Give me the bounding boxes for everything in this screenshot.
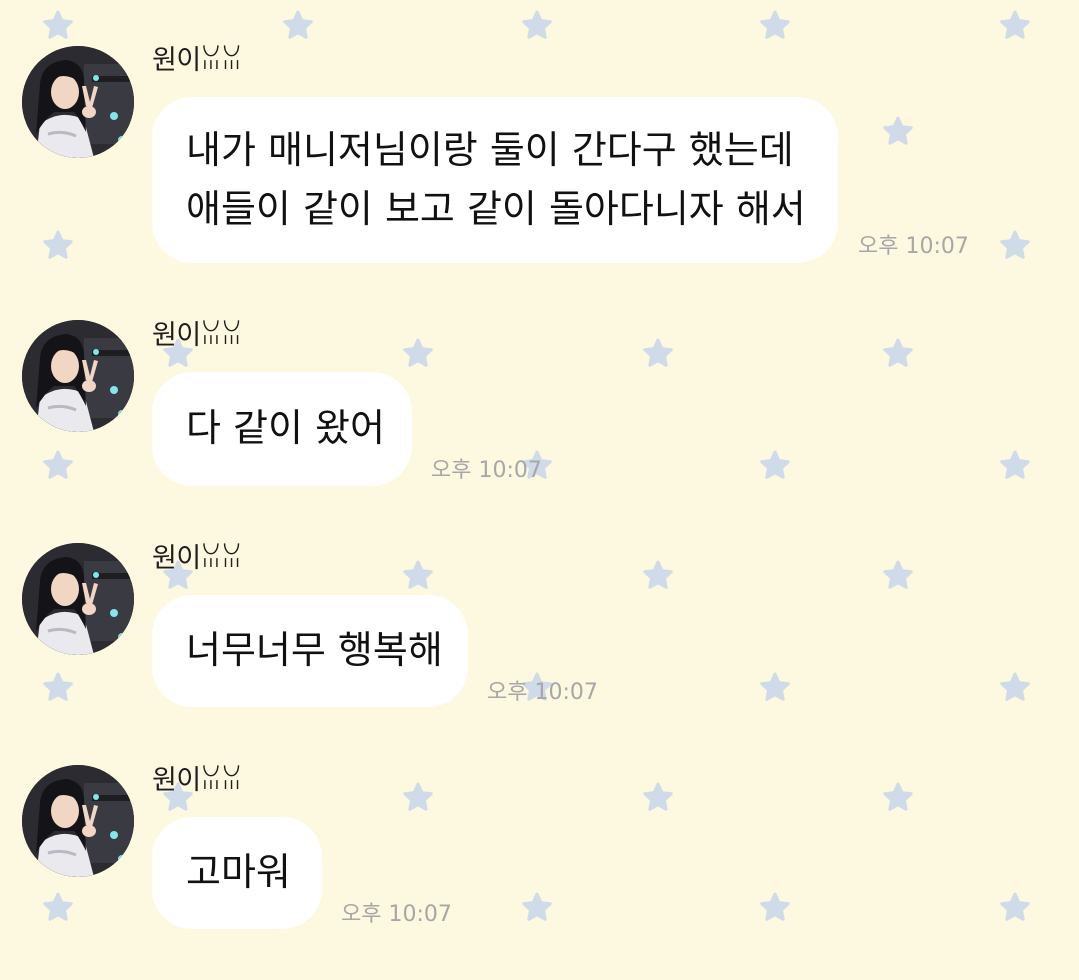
message-text-line: 내가 매니저님이랑 둘이 간다구 했는데 bbox=[186, 128, 794, 172]
message-bubble[interactable]: 너무너무 행복해 bbox=[152, 595, 468, 707]
sender-avatar[interactable] bbox=[22, 543, 134, 655]
star-icon bbox=[43, 892, 73, 921]
message-text-line: 애들이 같이 보고 같이 돌아다니자 해서 bbox=[186, 187, 806, 231]
star-icon bbox=[1000, 672, 1030, 701]
message-bubble[interactable]: 고마워 bbox=[152, 817, 322, 929]
message-bubble[interactable]: 다 같이 왔어 bbox=[152, 372, 412, 486]
sender-name: 원이ꈍꈍ bbox=[152, 543, 242, 574]
star-icon bbox=[760, 10, 790, 39]
star-icon bbox=[522, 892, 552, 921]
star-icon bbox=[283, 10, 313, 39]
star-icon bbox=[883, 782, 913, 811]
star-icon bbox=[643, 782, 673, 811]
sender-name: 원이ꈍꈍ bbox=[152, 45, 242, 76]
star-icon bbox=[403, 338, 433, 367]
sender-avatar[interactable] bbox=[22, 46, 134, 158]
star-icon bbox=[883, 116, 913, 145]
sender-name: 원이ꈍꈍ bbox=[152, 320, 242, 351]
message-timestamp: 오후 10:07 bbox=[858, 234, 969, 259]
message-timestamp: 오후 10:07 bbox=[487, 680, 598, 705]
star-icon bbox=[43, 672, 73, 701]
star-icon bbox=[1000, 10, 1030, 39]
star-icon bbox=[403, 782, 433, 811]
star-icon bbox=[522, 10, 552, 39]
star-icon bbox=[43, 230, 73, 259]
star-icon bbox=[883, 338, 913, 367]
message-bubble[interactable]: 내가 매니저님이랑 둘이 간다구 했는데 애들이 같이 보고 같이 돌아다니자 … bbox=[152, 97, 838, 263]
message-timestamp: 오후 10:07 bbox=[341, 902, 452, 927]
star-icon bbox=[1000, 230, 1030, 259]
star-icon bbox=[43, 10, 73, 39]
star-icon bbox=[883, 560, 913, 589]
star-icon bbox=[1000, 892, 1030, 921]
sender-name: 원이ꈍꈍ bbox=[152, 765, 242, 796]
star-icon bbox=[760, 672, 790, 701]
message-text-line: 다 같이 왔어 bbox=[186, 406, 385, 450]
sender-avatar[interactable] bbox=[22, 320, 134, 432]
message-text-line: 고마워 bbox=[186, 850, 291, 894]
star-icon bbox=[43, 450, 73, 479]
star-icon bbox=[760, 450, 790, 479]
star-icon bbox=[1000, 450, 1030, 479]
star-icon bbox=[643, 560, 673, 589]
message-timestamp: 오후 10:07 bbox=[431, 458, 542, 483]
message-text-line: 너무너무 행복해 bbox=[186, 628, 443, 672]
star-icon bbox=[403, 560, 433, 589]
star-icon bbox=[643, 338, 673, 367]
star-icon bbox=[760, 892, 790, 921]
sender-avatar[interactable] bbox=[22, 765, 134, 877]
